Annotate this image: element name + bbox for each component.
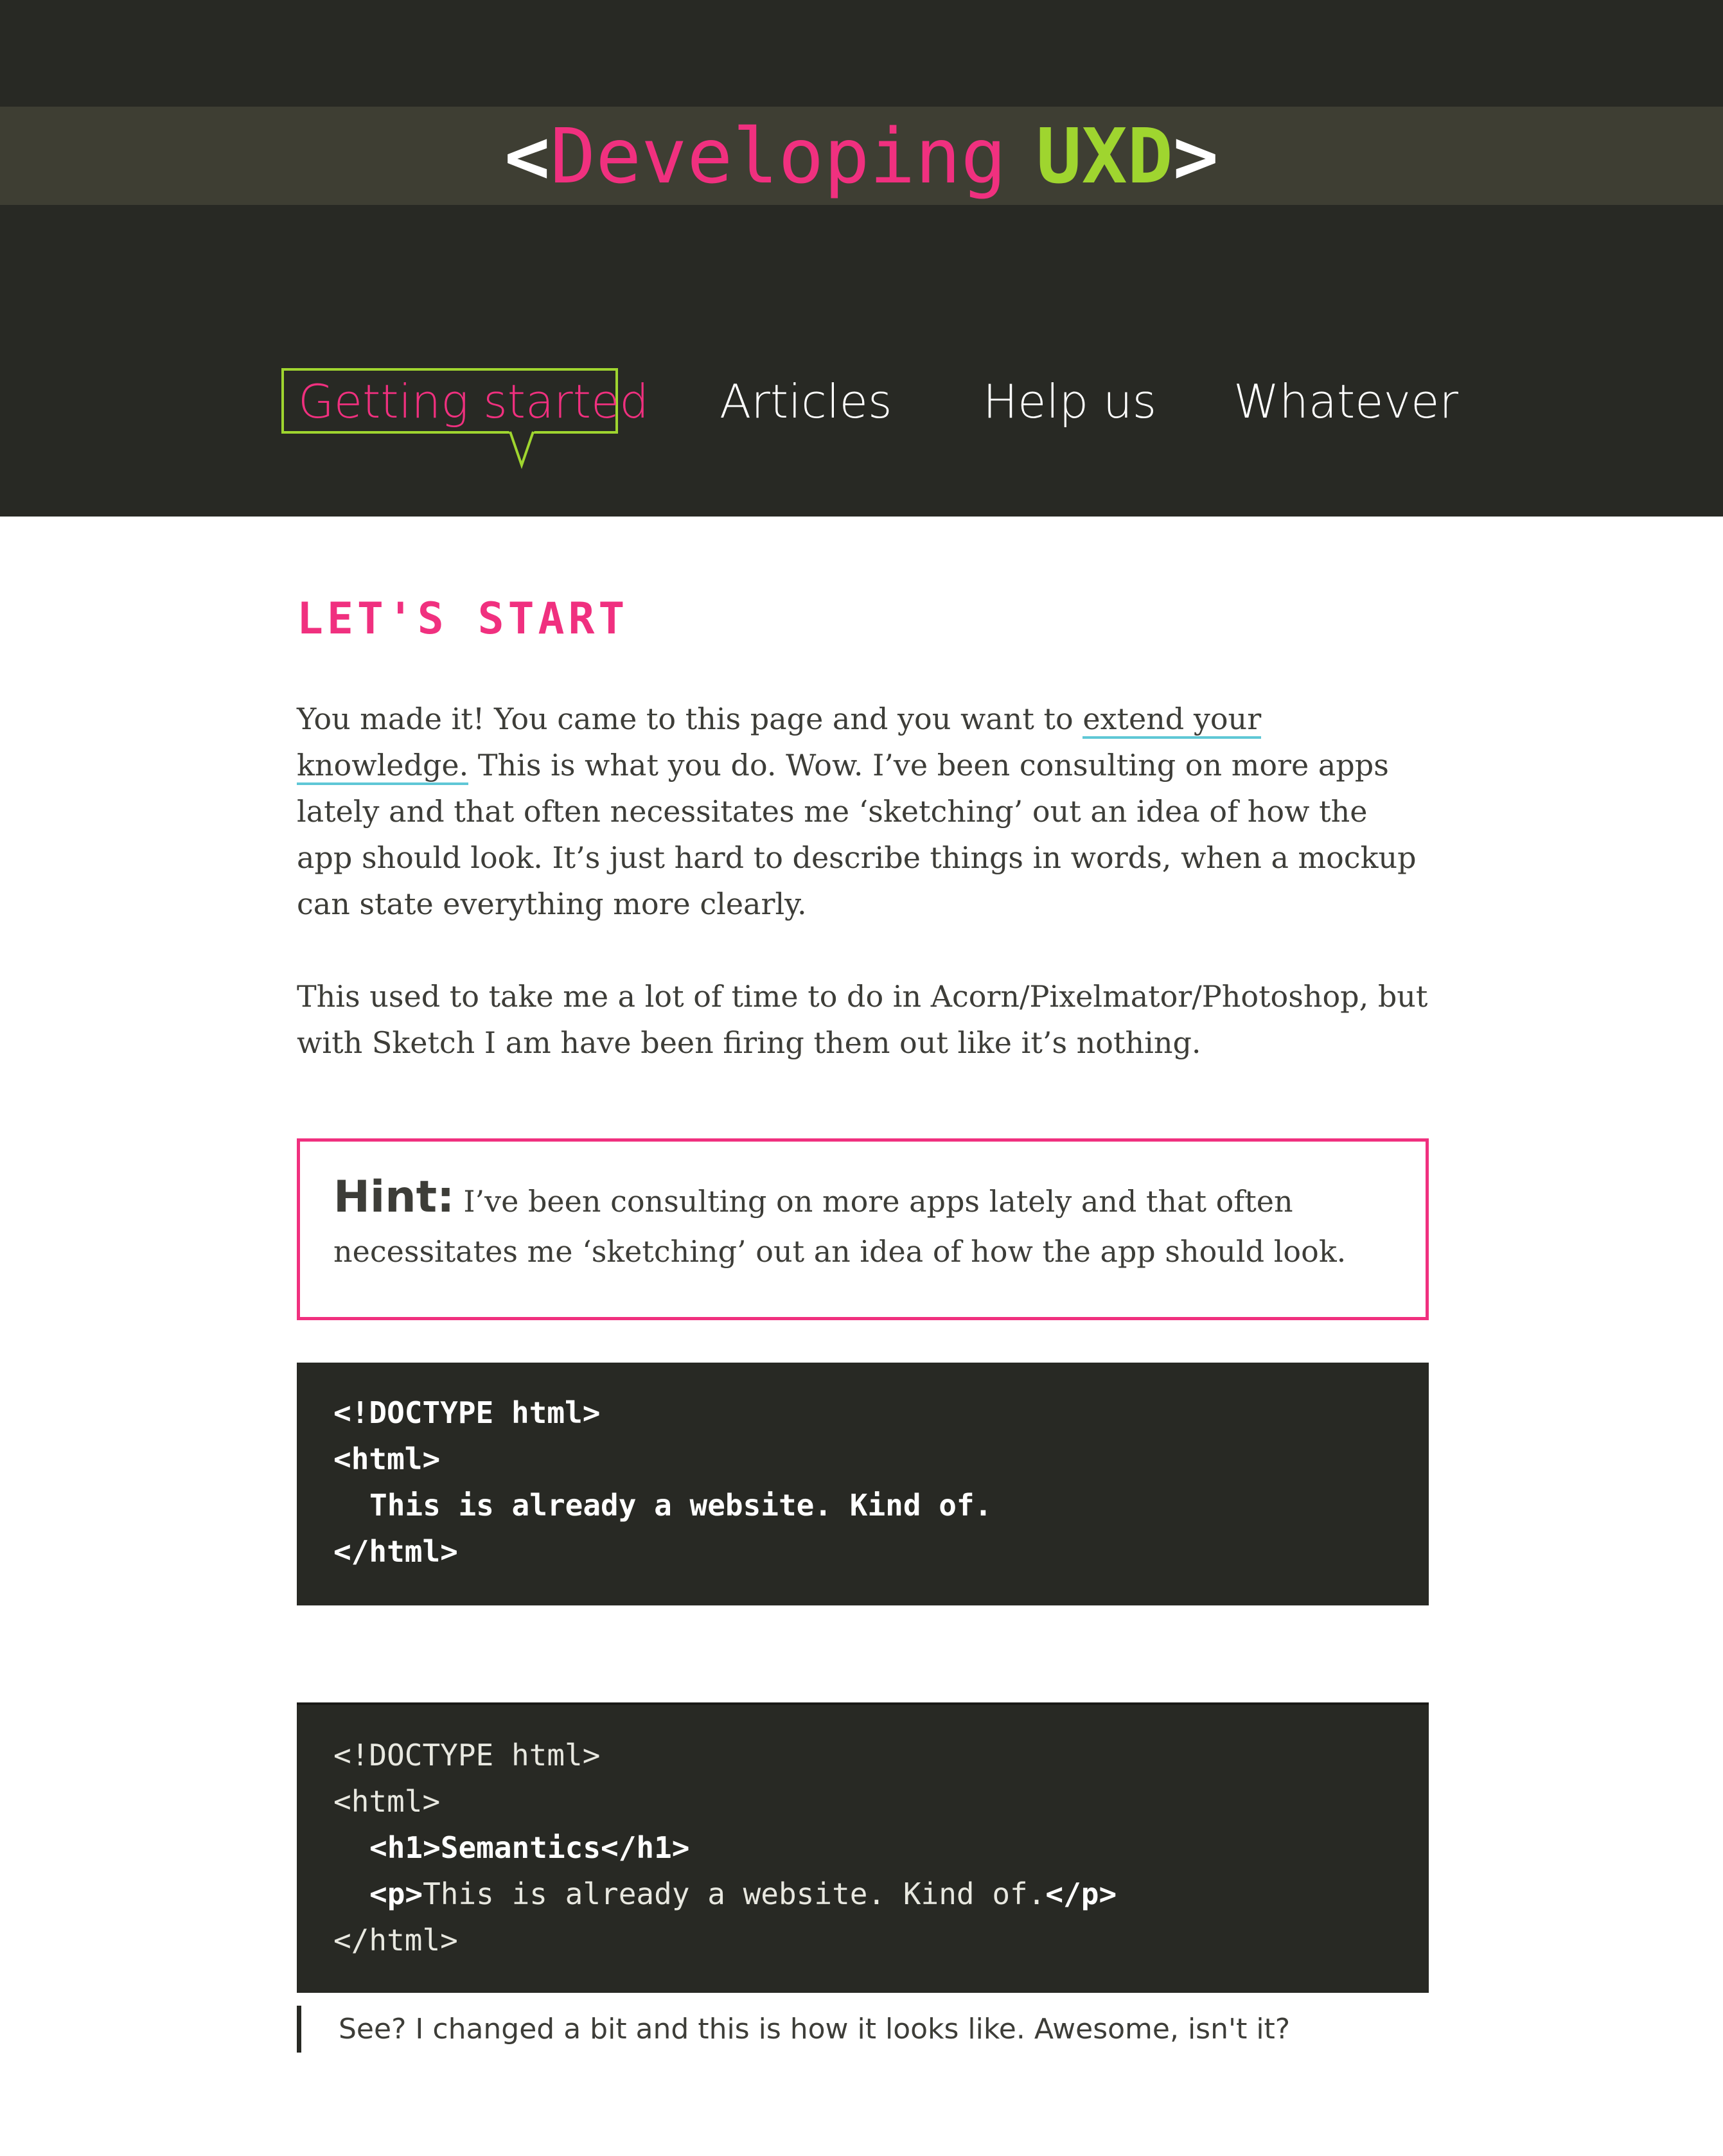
code-line-doctype: <!DOCTYPE html> <box>333 1738 601 1772</box>
code-line-html-open: <html> <box>333 1784 441 1819</box>
nav-item-whatever[interactable]: Whatever <box>1233 366 1458 437</box>
hint-text: I’ve been consulting on more apps lately… <box>333 1184 1347 1269</box>
logo-close-bracket: > <box>1172 111 1219 200</box>
site-logo[interactable]: < Developing UXD > <box>0 107 1723 205</box>
intro-paragraph: You made it! You came to this page and y… <box>297 696 1429 927</box>
hint-box: Hint: I’ve been consulting on more apps l… <box>297 1138 1429 1320</box>
code-line: <html> <box>333 1442 441 1476</box>
logo-accent-text: UXD <box>1036 111 1173 200</box>
nav-item-articles[interactable]: Articles <box>720 366 892 437</box>
code-p-close-tag: </p> <box>1045 1877 1117 1911</box>
code-p-text: This is already a website. Kind of. <box>423 1877 1046 1911</box>
code-line-h1: <h1>Semantics</h1> <box>369 1830 690 1865</box>
code-line-paragraph: <p>This is already a website. Kind of.</… <box>333 1871 1429 1917</box>
code-block-semantics: <!DOCTYPE html> <html> <h1>Semantics</h1… <box>297 1702 1429 1993</box>
code-line: <!DOCTYPE html> <box>333 1395 601 1430</box>
hint-label: Hint: <box>333 1172 455 1223</box>
code-caption: See? I changed a bit and this is how it … <box>297 2006 1290 2053</box>
code-line: </html> <box>333 1534 458 1569</box>
intro-text-start: You made it! You came to this page and y… <box>297 702 1083 736</box>
logo-main-text: Developing <box>550 111 1007 200</box>
hint-content: Hint: I’ve been consulting on more apps l… <box>333 1172 1392 1277</box>
page-title: LET'S START <box>297 594 629 644</box>
code-block-basic: <!DOCTYPE html> <html> This is already a… <box>297 1363 1429 1605</box>
code-line-html-close: </html> <box>333 1923 458 1957</box>
code-p-open-tag: <p> <box>369 1877 423 1911</box>
code-line: This is already a website. Kind of. <box>369 1488 993 1523</box>
nav-item-help-us[interactable]: Help us <box>983 366 1156 437</box>
nav-item-getting-started[interactable]: Getting started <box>298 366 649 437</box>
site-header: < Developing UXD > Getting started Articles… <box>0 0 1723 517</box>
logo-open-bracket: < <box>504 111 551 200</box>
second-paragraph: This used to take me a lot of time to do… <box>297 979 1428 1060</box>
